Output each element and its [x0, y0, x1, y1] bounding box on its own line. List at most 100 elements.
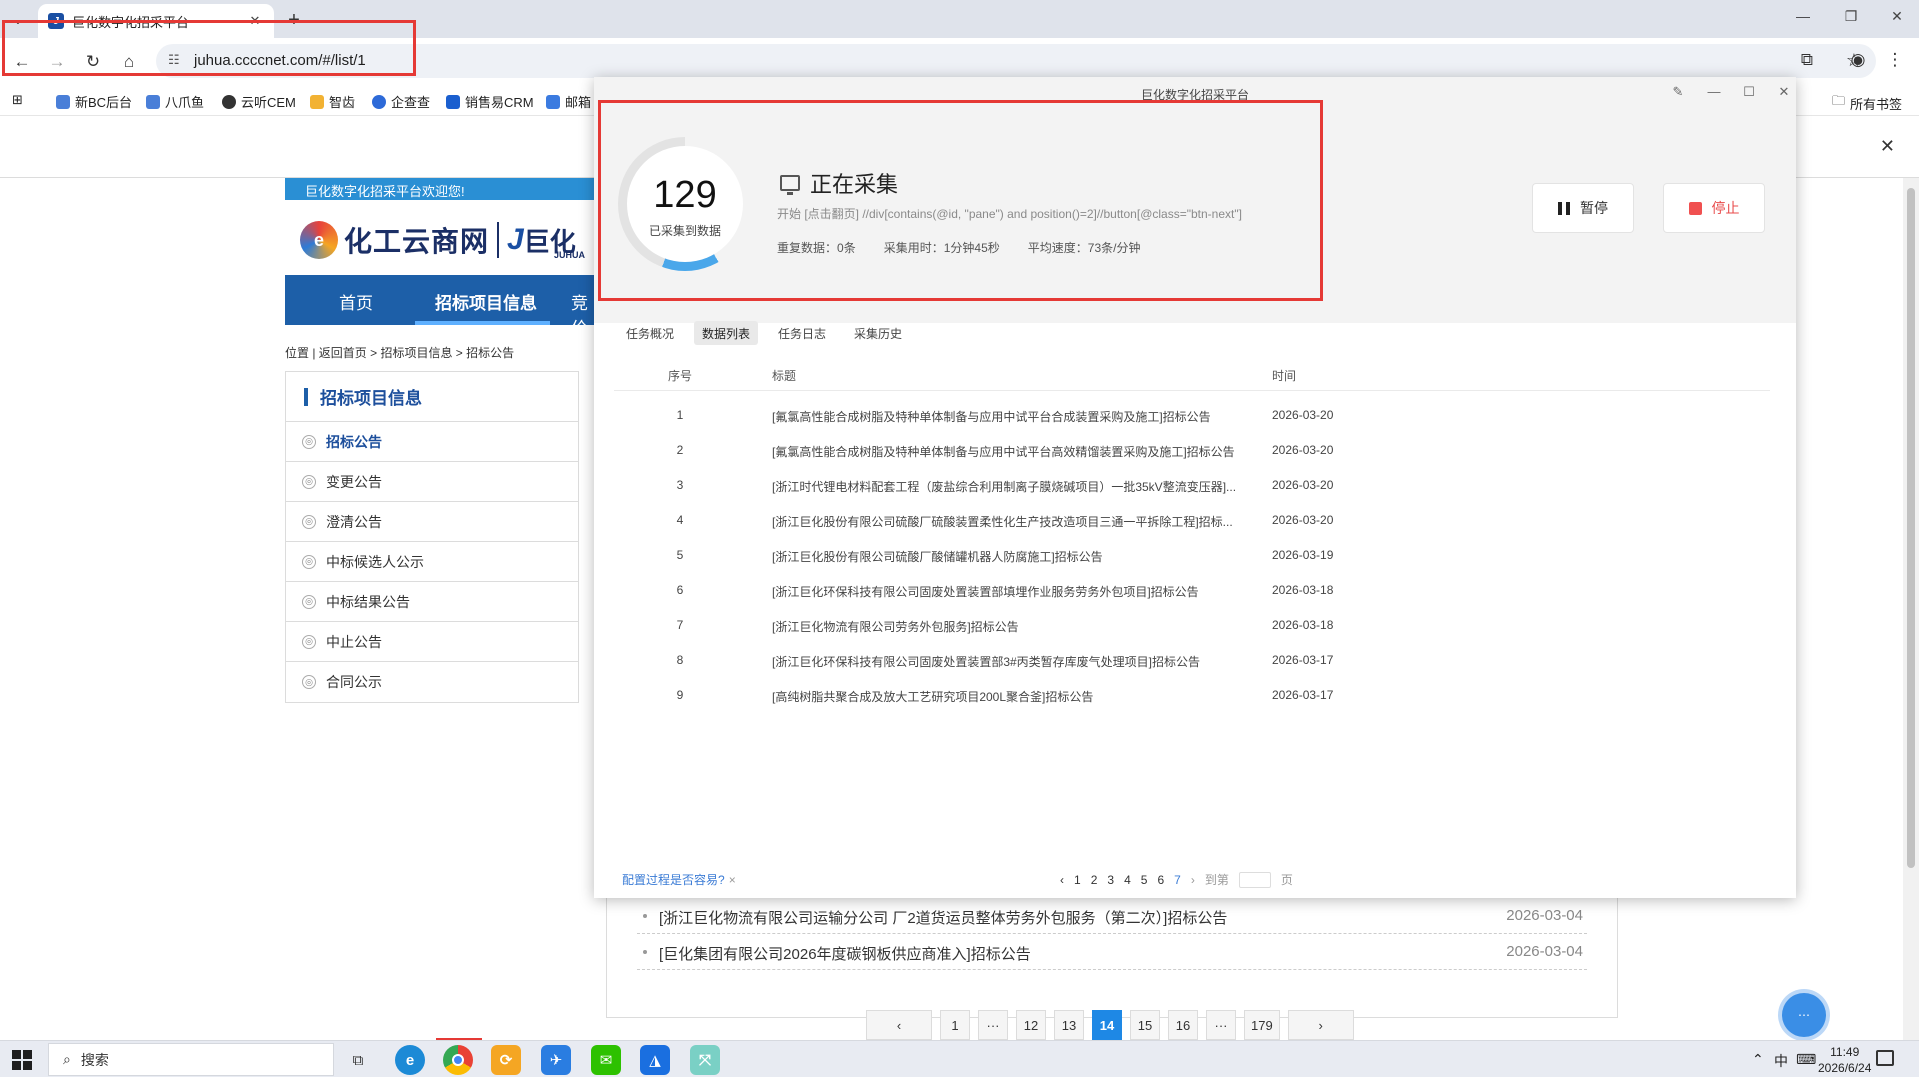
stop-button[interactable]: 停止: [1663, 183, 1765, 233]
page-link-last[interactable]: 179: [1244, 1010, 1280, 1040]
app-icon[interactable]: ⤧: [690, 1045, 720, 1075]
network-icon[interactable]: ⌨: [1796, 1051, 1816, 1068]
extensions-icon[interactable]: ⧉: [1795, 50, 1819, 70]
taskbar-search[interactable]: ⌕ 搜索: [48, 1043, 334, 1076]
system-clock[interactable]: 11:49 2026/6/24: [1818, 1044, 1871, 1076]
sidebar-item-award-result[interactable]: ◎ 中标结果公告: [286, 582, 578, 622]
page-number[interactable]: 2: [1091, 873, 1098, 887]
sidebar-item-clarification[interactable]: ◎ 澄清公告: [286, 502, 578, 542]
dingtalk-icon[interactable]: ◮: [640, 1045, 670, 1075]
page-number-current[interactable]: 7: [1174, 873, 1181, 887]
sidebar-item-change-notice[interactable]: ◎ 变更公告: [286, 462, 578, 502]
page-number[interactable]: 4: [1124, 873, 1131, 887]
page-link[interactable]: 13: [1054, 1010, 1084, 1040]
list-item-title[interactable]: [浙江巨化物流有限公司运输分公司 厂2道货运员整体劳务外包服务（第二次）]招标公…: [659, 907, 1227, 928]
circle-bullet-icon: ◎: [302, 675, 316, 689]
page-number[interactable]: 3: [1107, 873, 1114, 887]
pause-button[interactable]: 暂停: [1532, 183, 1634, 233]
prev-page-icon[interactable]: ‹: [1060, 873, 1064, 887]
bookmark-item[interactable]: 销售易CRM: [446, 92, 534, 111]
scrollbar-thumb[interactable]: [1907, 188, 1915, 868]
nav-auction[interactable]: 竞价: [571, 289, 595, 339]
nav-bidding-info[interactable]: 招标项目信息: [435, 289, 537, 314]
chrome-icon[interactable]: [443, 1045, 473, 1075]
page-ellipsis[interactable]: ···: [1206, 1010, 1236, 1040]
table-row[interactable]: 9 [高纯树脂共聚合成及放大工艺研究项目200L聚合釜]招标公告 2026-03-1…: [614, 678, 1770, 713]
sidebar-item-bid-notice[interactable]: ◎ 招标公告: [286, 422, 578, 462]
table-row[interactable]: 8 [浙江巨化环保科技有限公司固废处置装置部3#丙类暂存库废气处理项目]招标公告 2…: [614, 643, 1770, 678]
bookmark-item[interactable]: 云听CEM: [222, 92, 296, 111]
edit-icon[interactable]: ✎: [1668, 84, 1688, 100]
windows-start-icon[interactable]: [12, 1050, 32, 1070]
page-link[interactable]: 12: [1016, 1010, 1046, 1040]
menu-kebab-icon[interactable]: ⋮: [1883, 50, 1907, 70]
sidebar-item-candidates[interactable]: ◎ 中标候选人公示: [286, 542, 578, 582]
tab-task-overview[interactable]: 任务概况: [618, 321, 682, 345]
list-item-title[interactable]: [巨化集团有限公司2026年度碳钢板供应商准入]招标公告: [659, 943, 1031, 964]
edge-icon[interactable]: e: [395, 1045, 425, 1075]
nav-active-indicator: [415, 321, 550, 325]
floating-assistant-icon[interactable]: ⋯: [1782, 993, 1826, 1037]
page-link-active[interactable]: 14: [1092, 1010, 1122, 1040]
page-number[interactable]: 5: [1141, 873, 1148, 887]
tab-task-log[interactable]: 任务日志: [770, 321, 834, 345]
page-ellipsis[interactable]: ···: [978, 1010, 1008, 1040]
bookmark-item[interactable]: 八爪鱼: [146, 92, 204, 111]
all-bookmarks-folder[interactable]: 🗀 所有书签: [1832, 92, 1902, 114]
bookmark-item[interactable]: 智齿: [310, 92, 355, 111]
circle-bullet-icon: ◎: [302, 594, 316, 609]
circle-bullet-icon: ◎: [302, 474, 316, 489]
nav-home[interactable]: 首页: [339, 289, 373, 314]
next-page-icon[interactable]: ›: [1191, 873, 1195, 887]
popup-tabs: 任务概况 数据列表 任务日志 采集历史: [618, 321, 910, 345]
close-window-icon[interactable]: ✕: [1882, 8, 1912, 25]
bookmark-item[interactable]: 企查查: [372, 92, 430, 111]
page-scrollbar[interactable]: [1903, 178, 1919, 1040]
notification-icon[interactable]: [1876, 1050, 1894, 1066]
list-item[interactable]: [巨化集团有限公司2026年度碳钢板供应商准入]招标公告 2026-03-04: [637, 934, 1587, 970]
table-row[interactable]: 5 [浙江巨化股份有限公司硫酸厂酸储罐机器人防腐施工]招标公告 2026-03-19: [614, 538, 1770, 573]
task-view-icon[interactable]: ⧉: [343, 1045, 373, 1075]
sidebar-item-termination[interactable]: ◎ 中止公告: [286, 622, 578, 662]
feedback-close-icon[interactable]: ×: [729, 873, 736, 887]
infobar-close-icon[interactable]: ✕: [1880, 136, 1895, 157]
apps-grid-icon[interactable]: ⊞: [12, 92, 23, 108]
tray-expand-icon[interactable]: ⌃: [1752, 1051, 1764, 1068]
juhua-logo-icon: J: [507, 223, 524, 256]
popup-close-icon[interactable]: ✕: [1774, 84, 1794, 100]
page-link[interactable]: 15: [1130, 1010, 1160, 1040]
table-row[interactable]: 7 [浙江巨化物流有限公司劳务外包服务]招标公告 2026-03-18: [614, 608, 1770, 643]
goto-page-input[interactable]: [1238, 871, 1271, 888]
list-item[interactable]: [浙江巨化物流有限公司运输分公司 厂2道货运员整体劳务外包服务（第二次）]招标公…: [637, 898, 1587, 934]
page-link[interactable]: 1: [940, 1010, 970, 1040]
sidebar-item-contract[interactable]: ◎ 合同公示: [286, 662, 578, 702]
scraper-app-icon[interactable]: ⟳: [491, 1045, 521, 1075]
profile-icon[interactable]: ◉: [1846, 50, 1870, 70]
popup-maximize-icon[interactable]: ☐: [1739, 84, 1759, 100]
next-page-button[interactable]: ›: [1287, 1010, 1354, 1040]
wechat-icon[interactable]: ✉: [591, 1045, 621, 1075]
page-link[interactable]: 16: [1168, 1010, 1198, 1040]
prev-page-button[interactable]: ‹: [866, 1010, 932, 1040]
feishu-icon[interactable]: ✈: [541, 1045, 571, 1075]
feedback-link[interactable]: 配置过程是否容易? ×: [622, 871, 736, 888]
popup-minimize-icon[interactable]: —: [1704, 84, 1724, 99]
bookmark-item[interactable]: 新BC后台: [56, 92, 132, 111]
restore-icon[interactable]: ❐: [1836, 8, 1866, 25]
table-row[interactable]: 2 [氟氯高性能合成树脂及特种单体制备与应用中试平台高效精馏装置采购及施工]招标公…: [614, 433, 1770, 468]
minimize-icon[interactable]: —: [1788, 8, 1818, 24]
page-number[interactable]: 6: [1157, 873, 1164, 887]
site-logo[interactable]: e 化工云商网 J 巨化: [300, 218, 576, 262]
table-row[interactable]: 4 [浙江巨化股份有限公司硫酸厂硫酸装置柔性化生产技改造项目三通一平拆除工程]招标…: [614, 503, 1770, 538]
tab-data-list[interactable]: 数据列表: [694, 321, 759, 345]
page-number[interactable]: 1: [1074, 873, 1081, 887]
table-row[interactable]: 1 [氟氯高性能合成树脂及特种单体制备与应用中试平台合成装置采购及施工]招标公告 2…: [614, 398, 1770, 433]
table-row[interactable]: 3 [浙江时代锂电材料配套工程（废盐综合利用制离子膜烧碱项目）一批35kV整流变压…: [614, 468, 1770, 503]
bookmark-item[interactable]: 邮箱: [546, 92, 591, 111]
bullet-dot: [643, 950, 647, 954]
bullet-dot: [643, 914, 647, 918]
table-row[interactable]: 6 [浙江巨化环保科技有限公司固废处置装置部填埋作业服务劳务外包项目]招标公告 20…: [614, 573, 1770, 608]
ime-indicator[interactable]: 中: [1774, 1051, 1788, 1071]
page-unit-label: 页: [1280, 873, 1293, 887]
tab-collection-history[interactable]: 采集历史: [846, 321, 910, 345]
